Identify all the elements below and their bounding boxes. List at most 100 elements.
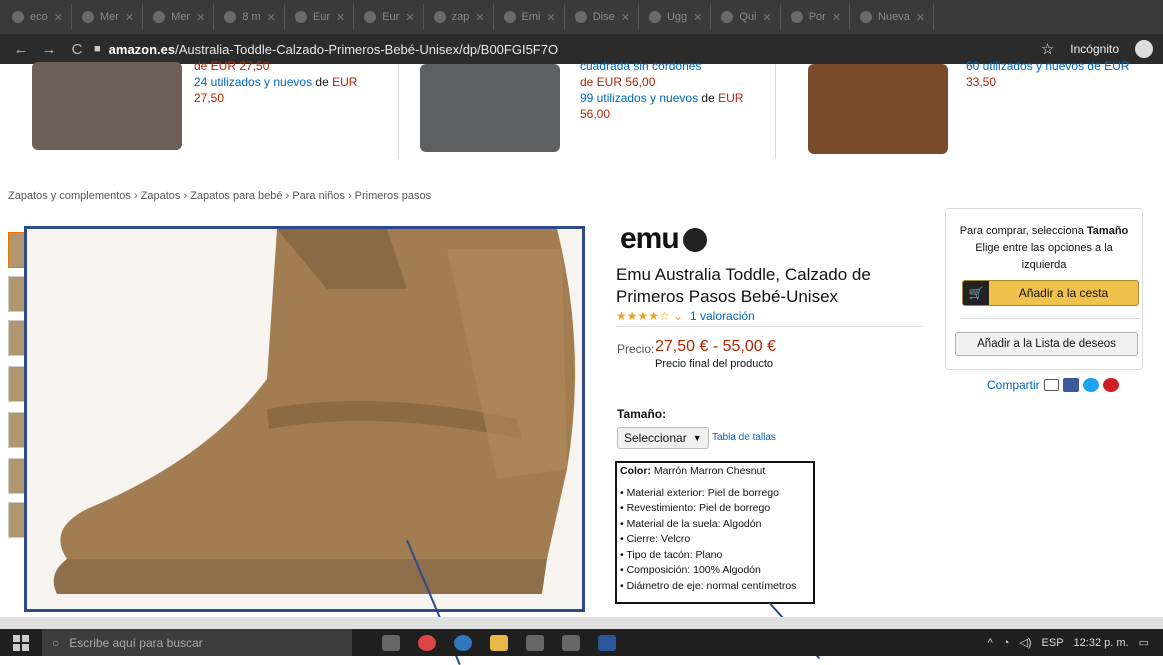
close-icon[interactable]: ✕	[916, 11, 925, 24]
reload-icon[interactable]: C	[66, 41, 88, 58]
tab-title: 8 m	[242, 11, 261, 23]
browser-tab[interactable]: Mer ✕	[74, 4, 144, 30]
task-view-icon[interactable]	[382, 634, 400, 651]
store-icon[interactable]	[526, 634, 544, 651]
product-details-box: Color: Marrón Marron Chesnut Material ex…	[615, 461, 815, 604]
tab-favicon-icon	[294, 11, 307, 23]
cart-icon: 🛒	[963, 281, 989, 305]
taskbar-search[interactable]: ○ Escribe aquí para buscar	[42, 629, 352, 656]
email-icon[interactable]	[1043, 379, 1059, 391]
tab-favicon-icon	[433, 11, 446, 23]
feature-item: Diámetro de eje: normal centímetros	[620, 579, 810, 595]
volume-icon[interactable]: ◁)	[1019, 636, 1031, 649]
brand-name: emu	[620, 222, 680, 255]
browser-tab[interactable]: Eur ✕	[356, 4, 424, 30]
network-icon[interactable]: ◔	[1003, 637, 1010, 649]
carousel-offers-link[interactable]: 60 utilizados y nuevos de EUR	[966, 58, 1129, 74]
price-range: 27,50 € - 55,00 €	[655, 338, 776, 355]
chrome-icon[interactable]	[418, 634, 436, 651]
incognito-icon[interactable]	[1135, 40, 1153, 58]
file-explorer-icon[interactable]	[490, 634, 508, 651]
close-icon[interactable]: ✕	[267, 11, 276, 24]
back-icon[interactable]: ←	[10, 41, 32, 58]
twitter-icon[interactable]	[1082, 378, 1099, 392]
carousel-item-2-text: cuadrada sin cordones de EUR 56,00 99 ut…	[580, 58, 743, 122]
buybox-prompt: Para comprar, selecciona	[959, 225, 1084, 237]
divider	[398, 64, 399, 159]
close-icon[interactable]: ✕	[475, 11, 484, 24]
share-row: Compartir	[987, 378, 1119, 392]
carousel-offers-link[interactable]: 24 utilizados y nuevos	[194, 75, 312, 89]
tab-title: Mer	[99, 11, 119, 23]
carousel-offers-link[interactable]: 99 utilizados y nuevos	[580, 91, 698, 105]
windows-taskbar: ○ Escribe aquí para buscar ^ ◔ ◁) ESP 12…	[0, 629, 1163, 656]
tab-favicon-icon	[153, 11, 166, 23]
close-icon[interactable]: ✕	[693, 11, 702, 24]
main-product-image[interactable]	[24, 226, 585, 612]
close-icon[interactable]: ✕	[832, 11, 841, 24]
browser-tab[interactable]: zap ✕	[426, 4, 494, 30]
close-icon[interactable]: ✕	[762, 11, 771, 24]
boot-illustration	[53, 229, 576, 594]
address-bar[interactable]: amazon.es/Australia-Toddle-Calzado-Prime…	[109, 42, 558, 57]
add-to-cart-button[interactable]: 🛒 Añadir a la cesta	[962, 280, 1139, 306]
globe-icon	[682, 228, 707, 253]
feature-list: Material exterior: Piel de borrego Reves…	[620, 486, 810, 595]
forward-icon[interactable]: →	[38, 41, 60, 58]
add-to-wishlist-button[interactable]: Añadir a la Lista de deseos	[955, 332, 1138, 356]
browser-tab[interactable]: Mer ✕	[145, 4, 215, 30]
facebook-icon[interactable]	[1062, 378, 1079, 392]
feature-item: Tipo de tacón: Plano	[620, 548, 810, 564]
chevron-up-icon[interactable]: ^	[988, 637, 993, 649]
share-label: Compartir	[987, 378, 1040, 392]
clock[interactable]: 12:32 p. m.	[1074, 637, 1129, 649]
size-chart-link[interactable]: Tabla de tallas	[712, 432, 776, 443]
browser-tab[interactable]: 8 m ✕	[216, 4, 285, 30]
horizontal-scrollbar[interactable]	[0, 617, 1163, 629]
url-host: amazon.es	[108, 41, 176, 57]
browser-tab[interactable]: Emi ✕	[496, 4, 565, 30]
tab-title: Nueva	[878, 11, 910, 23]
size-dropdown[interactable]: Seleccionar ▼	[617, 427, 709, 449]
browser-tab[interactable]: Dise ✕	[567, 4, 639, 30]
close-icon[interactable]: ✕	[546, 11, 555, 24]
product-thumbnail-boot-2[interactable]	[420, 64, 560, 152]
ratings-link[interactable]: 1 valoración	[690, 309, 755, 323]
add-to-cart-label: Añadir a la cesta	[1018, 286, 1109, 300]
edge-icon[interactable]	[454, 634, 472, 651]
carousel-title-link[interactable]: cuadrada sin cordones	[580, 58, 743, 74]
size-dropdown-value: Seleccionar	[624, 431, 687, 445]
tab-title: zap	[451, 11, 470, 23]
close-icon[interactable]: ✕	[125, 11, 134, 24]
browser-tab[interactable]: Qui ✕	[713, 4, 781, 30]
pinterest-icon[interactable]	[1102, 378, 1119, 392]
close-icon[interactable]: ✕	[405, 11, 414, 24]
notifications-icon[interactable]: ▭	[1139, 636, 1149, 649]
close-icon[interactable]: ✕	[621, 11, 630, 24]
windows-start-icon[interactable]	[10, 634, 32, 652]
language-indicator[interactable]: ESP	[1042, 637, 1064, 649]
browser-tab[interactable]: Nueva ✕	[852, 4, 935, 30]
price-note: Precio final del producto	[655, 358, 774, 370]
browser-tab[interactable]: eco ✕	[4, 4, 72, 30]
breadcrumb[interactable]: Zapatos y complementos › Zapatos › Zapat…	[8, 190, 431, 202]
tab-favicon-icon	[574, 11, 587, 23]
word-icon[interactable]	[598, 634, 616, 651]
mail-icon[interactable]	[562, 634, 580, 651]
browser-tab[interactable]: Eur ✕	[287, 4, 355, 30]
product-thumbnail-boot-1[interactable]	[32, 62, 182, 150]
tab-favicon-icon	[364, 11, 377, 23]
star-rating[interactable]: ★★★★☆ ⌄	[616, 309, 683, 323]
brand-logo[interactable]: emu	[620, 222, 707, 256]
product-thumbnail-boot-3[interactable]	[808, 64, 948, 154]
close-icon[interactable]: ✕	[54, 11, 63, 24]
bookmark-star-icon[interactable]: ☆	[1041, 40, 1054, 58]
carousel-price: EUR	[332, 75, 358, 89]
lock-icon: ■	[94, 43, 101, 55]
tab-title: Eur	[382, 11, 400, 23]
close-icon[interactable]: ✕	[196, 11, 205, 24]
close-icon[interactable]: ✕	[336, 11, 345, 24]
browser-tab[interactable]: Ugg ✕	[641, 4, 712, 30]
browser-tab[interactable]: Por ✕	[783, 4, 851, 30]
price-label: Precio:	[617, 342, 655, 356]
